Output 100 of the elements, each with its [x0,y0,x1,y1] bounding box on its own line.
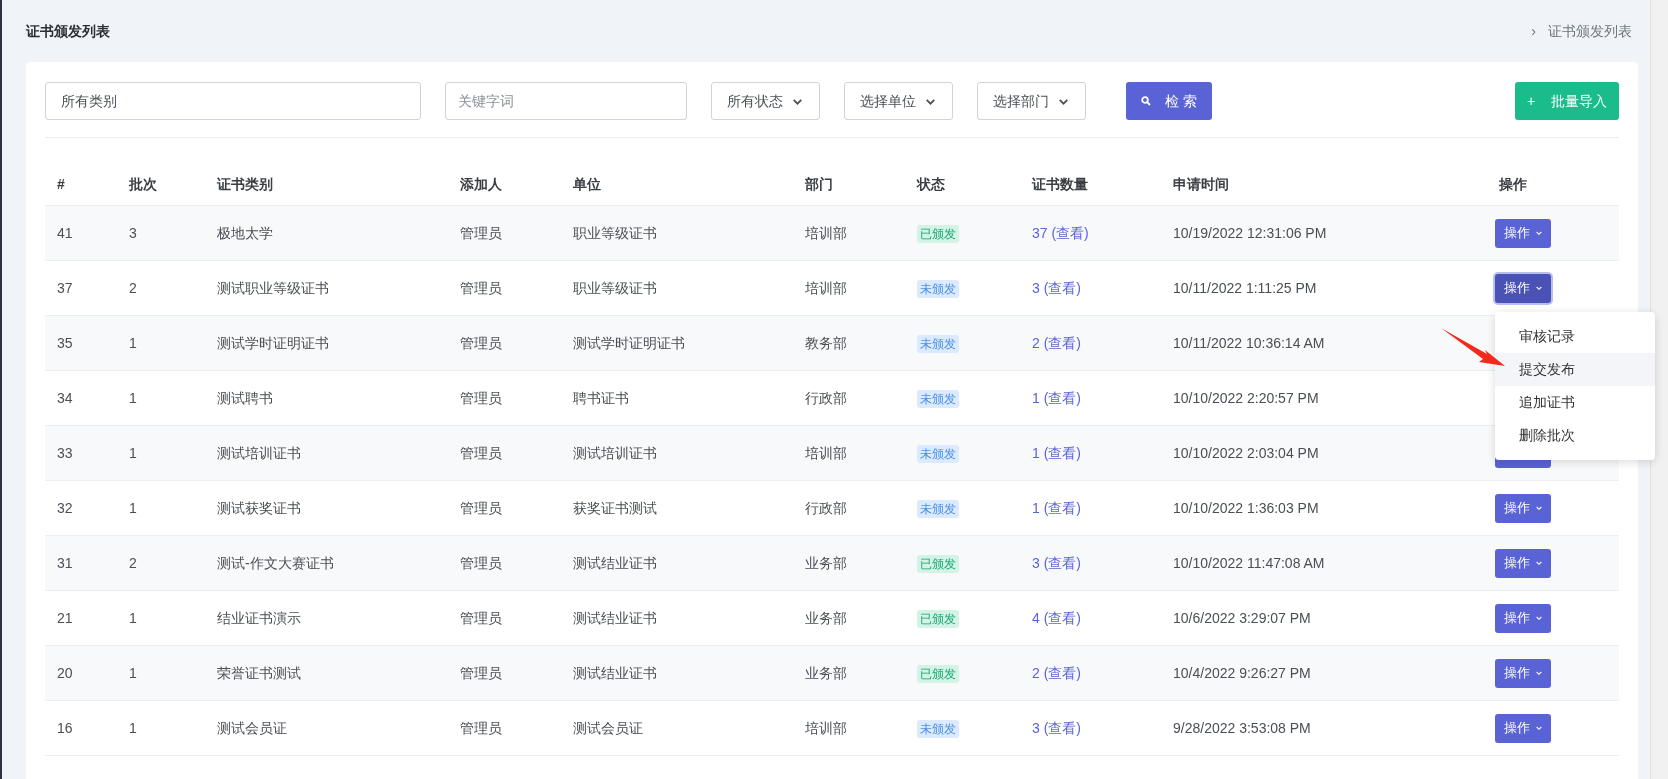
status-badge: 未颁发 [917,499,959,518]
action-button[interactable]: 操作 [1495,493,1551,523]
table-cell-text: 10/10/2022 2:03:04 PM [1172,443,1319,463]
table-cell-text: 测试学时证明证书 [572,333,685,353]
view-link[interactable]: 3 (查看) [1032,277,1081,299]
category-field[interactable]: 所有类别 [45,82,421,120]
table-cell-text: 管理员 [459,718,502,738]
table-cell-text: 管理员 [459,663,502,683]
table-cell-text: 培训部 [804,718,847,738]
view-link[interactable]: 37 (查看) [1032,222,1089,244]
table-cell-text: 41 [56,223,73,243]
table-cell-text: 行政部 [804,388,847,408]
status-badge: 未颁发 [917,719,959,738]
table-cell-text: 16 [56,718,73,738]
view-link[interactable]: 1 (查看) [1032,497,1081,519]
column-header: 状态 [915,175,945,194]
table-cell-text: 测试结业证书 [572,663,657,683]
column-header: 证书类别 [216,175,273,194]
page-title: 证书颁发列表 [26,21,110,41]
table-cell-text: 教务部 [804,333,847,353]
table-cell-text: 培训部 [804,443,847,463]
status-badge: 未颁发 [917,334,959,353]
table-cell-text: 10/6/2022 3:29:07 PM [1172,608,1311,628]
action-button[interactable]: 操作 [1495,603,1551,633]
table-cell-text: 测试-作文大赛证书 [216,553,334,573]
table-cell-text: 职业等级证书 [572,278,657,298]
action-button[interactable]: 操作 [1495,713,1551,743]
table-cell-text: 职业等级证书 [572,223,657,243]
view-link[interactable]: 4 (查看) [1032,607,1081,629]
filter-select[interactable]: 选择部门 [977,82,1086,120]
filter-select[interactable]: 选择单位 [844,82,953,120]
view-link[interactable]: 3 (查看) [1032,717,1081,739]
table-cell-text: 1 [128,608,137,628]
table-cell-text: 9/28/2022 3:53:08 PM [1172,718,1311,738]
table-cell-text: 1 [128,388,137,408]
table-cell-text: 管理员 [459,333,502,353]
table-cell-text: 培训部 [804,223,847,243]
menu-item[interactable]: 审核记录 [1495,319,1655,353]
table-cell-text: 1 [128,443,137,463]
table-cell-text: 结业证书演示 [216,608,301,628]
breadcrumb-item[interactable]: 证书颁发列表 [1548,20,1632,42]
table-cell-text: 测试会员证 [216,718,287,738]
table-cell-text: 1 [128,663,137,683]
column-header: 申请时间 [1172,175,1229,194]
view-link[interactable]: 1 (查看) [1032,387,1081,409]
table-cell-text: 管理员 [459,278,502,298]
status-badge: 未颁发 [917,279,959,298]
table-cell-text: 21 [56,608,73,628]
table-cell-text: 测试学时证明证书 [216,333,329,353]
table-cell-text: 10/10/2022 1:36:03 PM [1172,498,1319,518]
view-link[interactable]: 1 (查看) [1032,442,1081,464]
table-cell-text: 2 [128,553,137,573]
menu-item[interactable]: 追加证书 [1495,385,1655,419]
column-header: 证书数量 [1031,175,1088,194]
table-cell-text: 35 [56,333,73,353]
action-button[interactable]: 操作 [1495,548,1551,578]
status-badge: 已颁发 [917,664,959,683]
search-button[interactable]: 检 索 [1126,82,1212,120]
table-cell-text: 10/10/2022 2:20:57 PM [1172,388,1319,408]
table-cell-text: 1 [128,333,137,353]
table-cell-text: 业务部 [804,608,847,628]
table-cell-text: 测试培训证书 [216,443,301,463]
table-cell-text: 管理员 [459,608,502,628]
status-badge: 未颁发 [917,444,959,463]
table-cell-text: 10/4/2022 9:26:27 PM [1172,663,1311,683]
menu-item[interactable]: 提交发布 [1495,352,1655,386]
status-badge: 已颁发 [917,224,959,243]
table-cell-text: 管理员 [459,553,502,573]
view-link[interactable]: 2 (查看) [1032,332,1081,354]
table-cell-text: 10/19/2022 12:31:06 PM [1172,223,1327,243]
table-cell-text: 1 [128,498,137,518]
table-cell-text: 测试聘书 [216,388,273,408]
table-cell-text: 测试结业证书 [572,608,657,628]
table-cell-text: 测试结业证书 [572,553,657,573]
table-cell-text: 测试获奖证书 [216,498,301,518]
view-link[interactable]: 2 (查看) [1032,662,1081,684]
table-cell-text: 10/11/2022 1:11:25 PM [1172,278,1317,298]
table-cell-text: 10/10/2022 11:47:08 AM [1172,553,1325,573]
breadcrumb-separator: › [1531,21,1536,41]
status-badge: 已颁发 [917,609,959,628]
keyword-field[interactable]: 关键字词 [445,82,687,120]
view-link[interactable]: 3 (查看) [1032,552,1081,574]
column-header: 操作 [1498,175,1527,194]
table-cell-text: 管理员 [459,223,502,243]
filter-select[interactable]: 所有状态 [711,82,820,120]
table-cell-text: 培训部 [804,278,847,298]
table-cell-text: 3 [128,223,137,243]
table-cell-text: 测试会员证 [572,718,643,738]
action-button[interactable]: 操作 [1495,658,1551,688]
table-cell-text: 行政部 [804,498,847,518]
status-badge: 已颁发 [917,554,959,573]
table-cell-text: 业务部 [804,663,847,683]
menu-item[interactable]: 删除批次 [1495,418,1655,452]
action-button[interactable]: 操作 [1495,218,1551,248]
table-cell-text: 34 [56,388,73,408]
action-button[interactable]: 操作 [1495,273,1551,303]
table-cell-text: 管理员 [459,498,502,518]
table-cell-text: 33 [56,443,73,463]
table-cell-text: 20 [56,663,73,683]
table-cell-text: 2 [128,278,137,298]
